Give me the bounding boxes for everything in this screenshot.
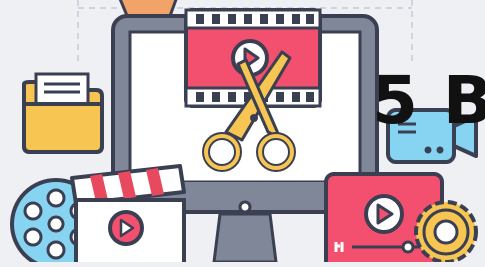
- folder-icon: [22, 72, 104, 154]
- illustration: 5 B: [0, 0, 485, 267]
- gear-icon: [414, 200, 478, 264]
- headline-text: 5 B: [372, 62, 485, 139]
- clapperboard-icon: [70, 164, 186, 267]
